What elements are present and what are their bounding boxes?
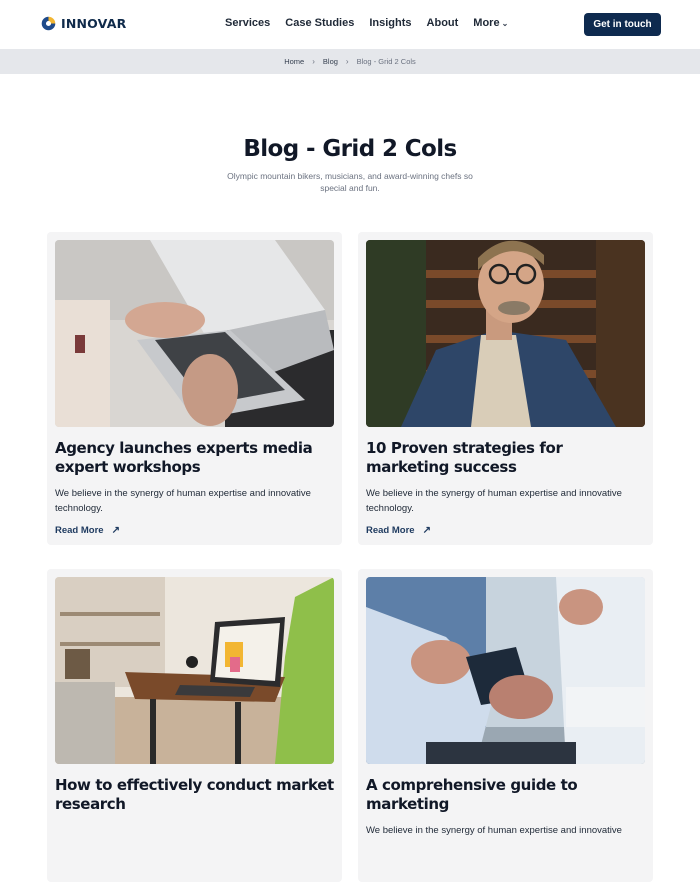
post-title[interactable]: A comprehensive guide to marketing xyxy=(366,776,645,814)
logo-icon xyxy=(41,16,56,31)
page-subtitle: Olympic mountain bikers, musicians, and … xyxy=(227,171,473,193)
read-more-link[interactable]: Read More ↗ xyxy=(366,525,431,536)
arrow-up-right-icon: ↗ xyxy=(422,525,431,536)
post-title[interactable]: Agency launches experts media expert wor… xyxy=(55,439,334,477)
post-image-laptop[interactable] xyxy=(55,240,334,427)
blog-card[interactable]: A comprehensive guide to marketing We be… xyxy=(358,569,653,882)
post-image-tablet[interactable] xyxy=(55,577,334,764)
post-excerpt: We believe in the synergy of human exper… xyxy=(366,488,622,514)
nav-services[interactable]: Services xyxy=(225,17,270,29)
chevron-down-icon: ⌄ xyxy=(501,18,509,28)
page-title: Blog - Grid 2 Cols xyxy=(243,136,457,162)
nav-more[interactable]: More ⌄ xyxy=(473,17,508,29)
read-more-label: Read More xyxy=(55,525,104,536)
brand-name: INNOVAR xyxy=(61,16,127,31)
blog-card[interactable]: How to effectively conduct market resear… xyxy=(47,569,342,882)
post-excerpt: We believe in the synergy of human exper… xyxy=(55,488,311,514)
nav-case-studies[interactable]: Case Studies xyxy=(285,17,354,29)
breadcrumb-blog[interactable]: Blog xyxy=(323,57,338,66)
breadcrumb-current: Blog - Grid 2 Cols xyxy=(356,57,416,66)
nav-about[interactable]: About xyxy=(427,17,459,29)
blog-grid: Agency launches experts media expert wor… xyxy=(47,232,653,882)
read-more-label: Read More xyxy=(366,525,415,536)
arrow-up-right-icon: ↗ xyxy=(111,525,120,536)
page-hero: Blog - Grid 2 Cols Olympic mountain bike… xyxy=(0,74,700,194)
read-more-link[interactable]: Read More ↗ xyxy=(55,525,120,536)
chevron-right-icon: › xyxy=(345,57,349,66)
blog-card[interactable]: Agency launches experts media expert wor… xyxy=(47,232,342,545)
post-image-phone[interactable] xyxy=(366,577,645,764)
breadcrumb: Home › Blog › Blog - Grid 2 Cols xyxy=(0,49,700,74)
chevron-right-icon: › xyxy=(312,57,315,66)
blog-card[interactable]: 10 Proven strategies for marketing succe… xyxy=(358,232,653,545)
post-title[interactable]: How to effectively conduct market resear… xyxy=(55,776,334,814)
post-image-portrait[interactable] xyxy=(366,240,645,427)
nav-more-label: More xyxy=(473,17,500,29)
brand-logo[interactable]: INNOVAR xyxy=(40,15,126,32)
get-in-touch-button[interactable]: Get in touch xyxy=(584,13,661,36)
nav-insights[interactable]: Insights xyxy=(369,17,411,29)
main-nav: Services Case Studies Insights About Mor… xyxy=(225,17,508,29)
site-header: INNOVAR Services Case Studies Insights A… xyxy=(0,0,700,49)
post-title[interactable]: 10 Proven strategies for marketing succe… xyxy=(366,439,645,477)
post-excerpt: We believe in the synergy of human exper… xyxy=(366,825,622,836)
breadcrumb-home[interactable]: Home xyxy=(284,57,304,66)
